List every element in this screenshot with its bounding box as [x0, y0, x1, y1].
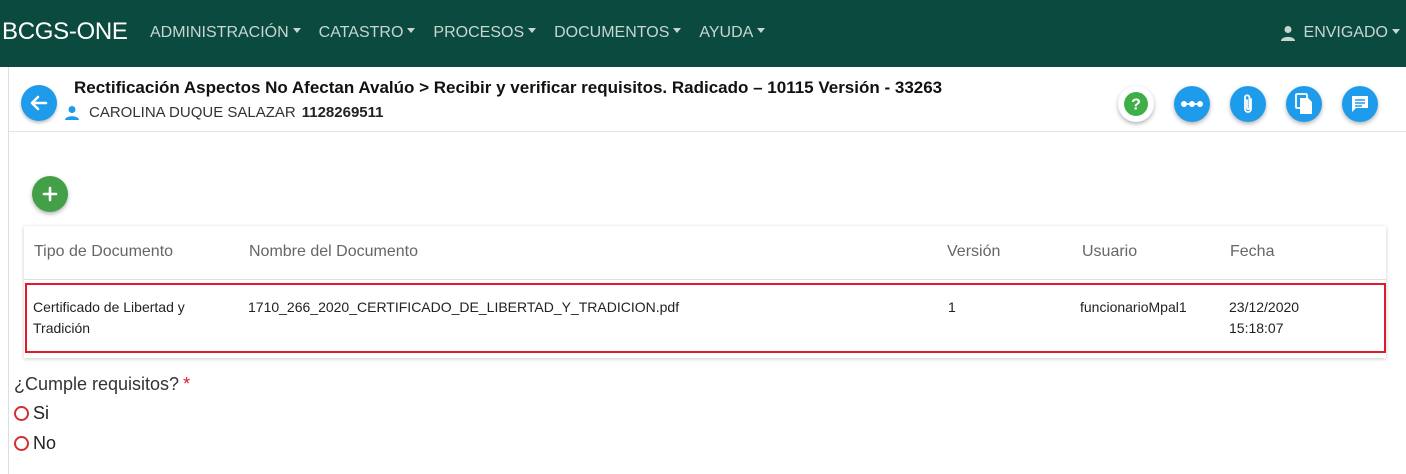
user-menu[interactable]: ENVIGADO [1280, 24, 1400, 42]
menu-documentos[interactable]: DOCUMENTOS [554, 24, 682, 42]
caret-down-icon [757, 28, 766, 34]
back-button[interactable] [21, 85, 57, 121]
caret-down-icon [673, 28, 682, 34]
help-button[interactable]: ? [1118, 86, 1154, 122]
workflow-button[interactable] [1174, 86, 1210, 122]
column-header-fecha[interactable]: Fecha [1230, 243, 1274, 261]
cell-fecha-time: 15:18:07 [1229, 320, 1284, 336]
attachment-button[interactable] [1230, 86, 1266, 122]
menu-catastro-label: CATASTRO [318, 24, 404, 41]
copy-button[interactable] [1286, 86, 1322, 122]
add-document-button[interactable] [32, 176, 68, 212]
cell-usuario: funcionarioMpal1 [1080, 299, 1187, 315]
comments-button[interactable] [1342, 86, 1378, 122]
radio-no[interactable] [14, 436, 29, 451]
menu-procesos-label: PROCESOS [433, 24, 525, 41]
caret-down-icon [1392, 28, 1400, 34]
column-header-version[interactable]: Versión [947, 243, 1000, 261]
menu-documentos-label: DOCUMENTOS [554, 24, 670, 41]
radio-si[interactable] [14, 406, 29, 421]
question-label: ¿Cumple requisitos? * [14, 374, 190, 395]
menu-catastro[interactable]: CATASTRO [319, 24, 416, 42]
menu-administracion-label: ADMINISTRACIÓN [150, 24, 289, 41]
person-id: 1128269511 [301, 104, 384, 121]
copy-icon [1295, 93, 1312, 114]
header-divider [9, 131, 1406, 132]
attachment-icon [1244, 94, 1252, 113]
user-menu-label: ENVIGADO [1303, 24, 1388, 41]
comments-icon [1352, 96, 1368, 112]
plus-icon [42, 186, 58, 202]
caret-down-icon [292, 28, 301, 34]
workflow-icon [1181, 101, 1203, 107]
main-menu: ADMINISTRACIÓN CATASTRO PROCESOS DOCUMEN… [150, 24, 783, 42]
radio-si-label: Si [33, 403, 50, 423]
menu-ayuda-label: AYUDA [699, 24, 754, 41]
header-row-divider [24, 279, 1386, 280]
top-navbar: BCGS-ONE ADMINISTRACIÓN CATASTRO PROCESO… [0, 0, 1406, 67]
menu-ayuda[interactable]: AYUDA [699, 24, 766, 42]
radio-option-no[interactable]: No [14, 433, 56, 454]
page-title: Rectificación Aspectos No Afectan Avalúo… [74, 78, 943, 97]
person-icon [65, 105, 79, 120]
caret-down-icon [528, 28, 537, 34]
table-row[interactable] [25, 283, 1386, 353]
app-brand[interactable]: BCGS-ONE [2, 18, 128, 46]
column-header-tipo[interactable]: Tipo de Documento [34, 243, 173, 261]
person-name: CAROLINA DUQUE SALAZAR [89, 104, 296, 121]
user-icon [1280, 26, 1295, 41]
radio-no-label: No [33, 433, 57, 453]
column-header-usuario[interactable]: Usuario [1082, 243, 1137, 261]
cell-fecha-date: 23/12/2020 [1229, 299, 1300, 315]
content-border [8, 67, 9, 474]
arrow-left-icon [30, 95, 48, 111]
help-icon: ? [1124, 92, 1148, 116]
question-text: ¿Cumple requisitos? [14, 374, 180, 394]
person-info: CAROLINA DUQUE SALAZAR 1128269511 [64, 104, 384, 121]
caret-down-icon [407, 28, 416, 34]
menu-procesos[interactable]: PROCESOS [433, 24, 537, 42]
svg-text:?: ? [1131, 97, 1141, 114]
required-marker: * [183, 374, 191, 394]
cell-nombre[interactable]: 1710_266_2020_CERTIFICADO_DE_LIBERTAD_Y_… [248, 297, 679, 318]
radio-option-si[interactable]: Si [14, 403, 49, 424]
cell-version: 1 [948, 299, 956, 315]
column-header-nombre[interactable]: Nombre del Documento [249, 243, 418, 261]
menu-administracion[interactable]: ADMINISTRACIÓN [150, 24, 301, 42]
cell-tipo: Certificado de Libertad y Tradición [33, 299, 185, 336]
